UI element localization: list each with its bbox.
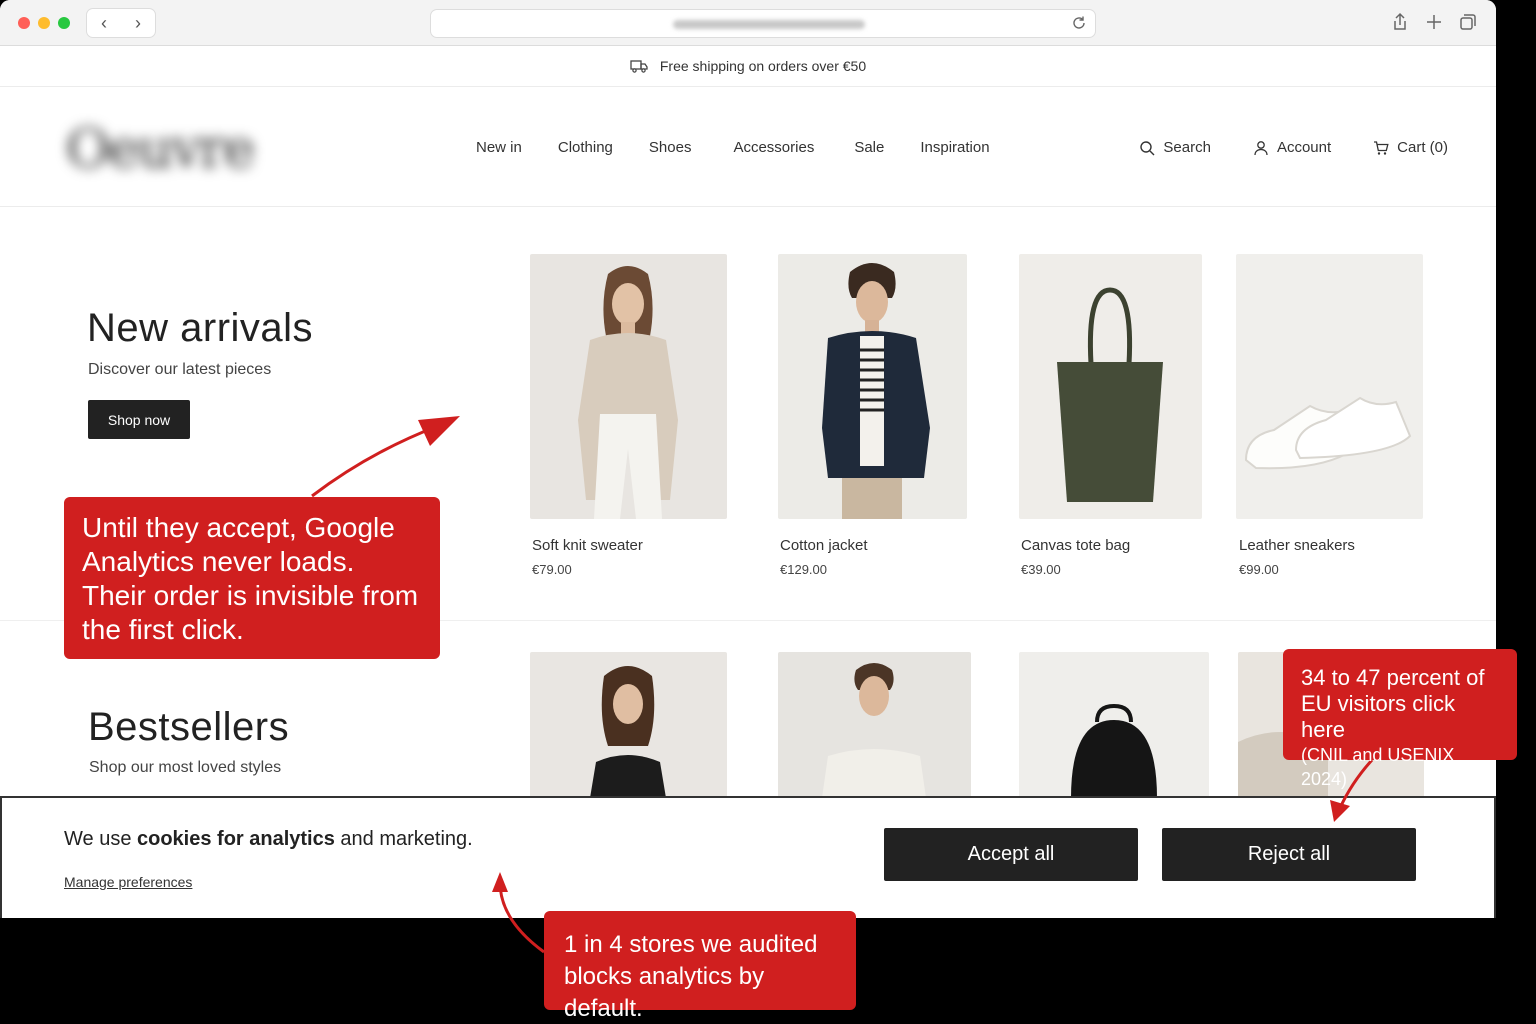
bestseller-image-tshirt[interactable] [778,652,971,798]
product-name-jacket[interactable]: Cotton jacket [780,537,868,554]
back-button[interactable]: ‹ [87,9,121,37]
browser-window: ‹ › Free shipping on orders over €50 Oeu… [0,0,1496,918]
cookie-text-start: We use [64,828,137,850]
nav-item-new-in[interactable]: New in [476,139,522,156]
account-label: Account [1276,139,1332,156]
product-name-sweater[interactable]: Soft knit sweater [532,537,643,554]
address-bar[interactable] [430,9,1096,38]
history-buttons: ‹ › [86,8,156,38]
search-label: Search [1163,139,1211,156]
store-logo[interactable]: Oeuvre [66,117,255,180]
search-icon [1140,140,1155,155]
cookie-banner: We use cookies for analytics and marketi… [0,796,1496,918]
product-price-sneakers: €99.00 [1239,562,1279,577]
promo-text: Free shipping on orders over €50 [659,58,867,74]
search-button[interactable]: Search [1139,139,1211,156]
bestseller-image-tank[interactable] [530,652,727,798]
close-window-button[interactable] [18,17,30,29]
reject-stat-line2: EU visitors click here [1301,691,1456,742]
shop-now-button[interactable]: Shop now [88,400,190,439]
user-icon [1254,140,1268,155]
nav-item-inspiration[interactable]: Inspiration [920,139,989,156]
backpack-illustration [1071,703,1157,798]
product-image-sneakers[interactable] [1236,254,1423,519]
cookie-text-bold: cookies for analytics [137,828,335,850]
cart-button[interactable]: Cart (0) [1373,139,1448,156]
sneakers-illustration [1244,396,1412,470]
product-name-tote[interactable]: Canvas tote bag [1021,537,1130,554]
jacket-model-illustration [822,263,930,519]
bestseller-image-backpack[interactable] [1019,652,1209,798]
reject-all-button[interactable]: Reject all [1162,828,1416,881]
forward-button[interactable]: › [121,9,155,37]
stores-line2: blocks analytics by default. [564,963,765,1022]
product-price-sweater: €79.00 [532,562,572,577]
truck-icon [630,60,648,73]
product-price-jacket: €129.00 [780,562,827,577]
header-utilities: Search Account Cart (0) [1139,139,1448,156]
promo-bar: Free shipping on orders over €50 [0,46,1496,87]
product-image-jacket[interactable] [778,254,967,519]
minimize-window-button[interactable] [38,17,50,29]
reload-icon[interactable] [1071,15,1087,31]
nav-item-sale[interactable]: Sale [854,139,884,156]
cookie-message: We use cookies for analytics and marketi… [64,828,473,851]
tank-model-illustration [590,666,666,798]
reject-stat-callout: 34 to 47 percent of EU visitors click he… [1283,649,1517,789]
reject-stat-line1: 34 to 47 percent of [1301,665,1485,690]
cart-label: Cart (0) [1397,139,1448,156]
product-price-tote: €39.00 [1021,562,1061,577]
tote-bag-illustration [1057,287,1163,502]
product-image-tote[interactable] [1019,254,1202,519]
browser-actions [1390,12,1478,32]
bestsellers-title: Bestsellers [88,705,290,749]
cookie-text-end: and marketing. [334,828,473,850]
stores-line1: 1 in 4 stores we audited [564,931,818,958]
reject-stat-source: (CNIL and USENIX 2024) [1301,745,1455,789]
new-arrivals-subtitle: Discover our latest pieces [88,361,272,378]
share-icon[interactable] [1390,12,1410,32]
analytics-callout: Until they accept, Google Analytics neve… [64,497,440,659]
bestsellers-subtitle: Shop our most loved styles [89,759,282,776]
sweater-model-illustration [578,266,678,519]
nav-item-shoes[interactable]: Shoes [649,139,692,156]
accept-all-button[interactable]: Accept all [884,828,1138,881]
new-arrivals-title: New arrivals [87,306,314,350]
stores-callout: 1 in 4 stores we audited blocks analytic… [544,911,856,1022]
account-button[interactable]: Account [1253,139,1331,156]
maximize-window-button[interactable] [58,17,70,29]
manage-preferences-link[interactable]: Manage preferences [64,874,192,890]
tshirt-model-illustration [822,663,926,798]
new-tab-icon[interactable] [1424,12,1444,32]
product-name-sneakers[interactable]: Leather sneakers [1239,537,1355,554]
blurred-url [673,20,865,29]
nav-item-accessories[interactable]: Accessories [733,139,814,156]
product-image-sweater[interactable] [530,254,727,519]
cart-icon [1374,140,1389,155]
tabs-overview-icon[interactable] [1458,12,1478,32]
site-header: Oeuvre New in Clothing Shoes Accessories… [0,87,1496,207]
browser-toolbar: ‹ › [0,0,1496,46]
main-nav: New in Clothing Shoes Accessories Sale I… [476,139,1026,156]
nav-item-clothing[interactable]: Clothing [558,139,613,156]
